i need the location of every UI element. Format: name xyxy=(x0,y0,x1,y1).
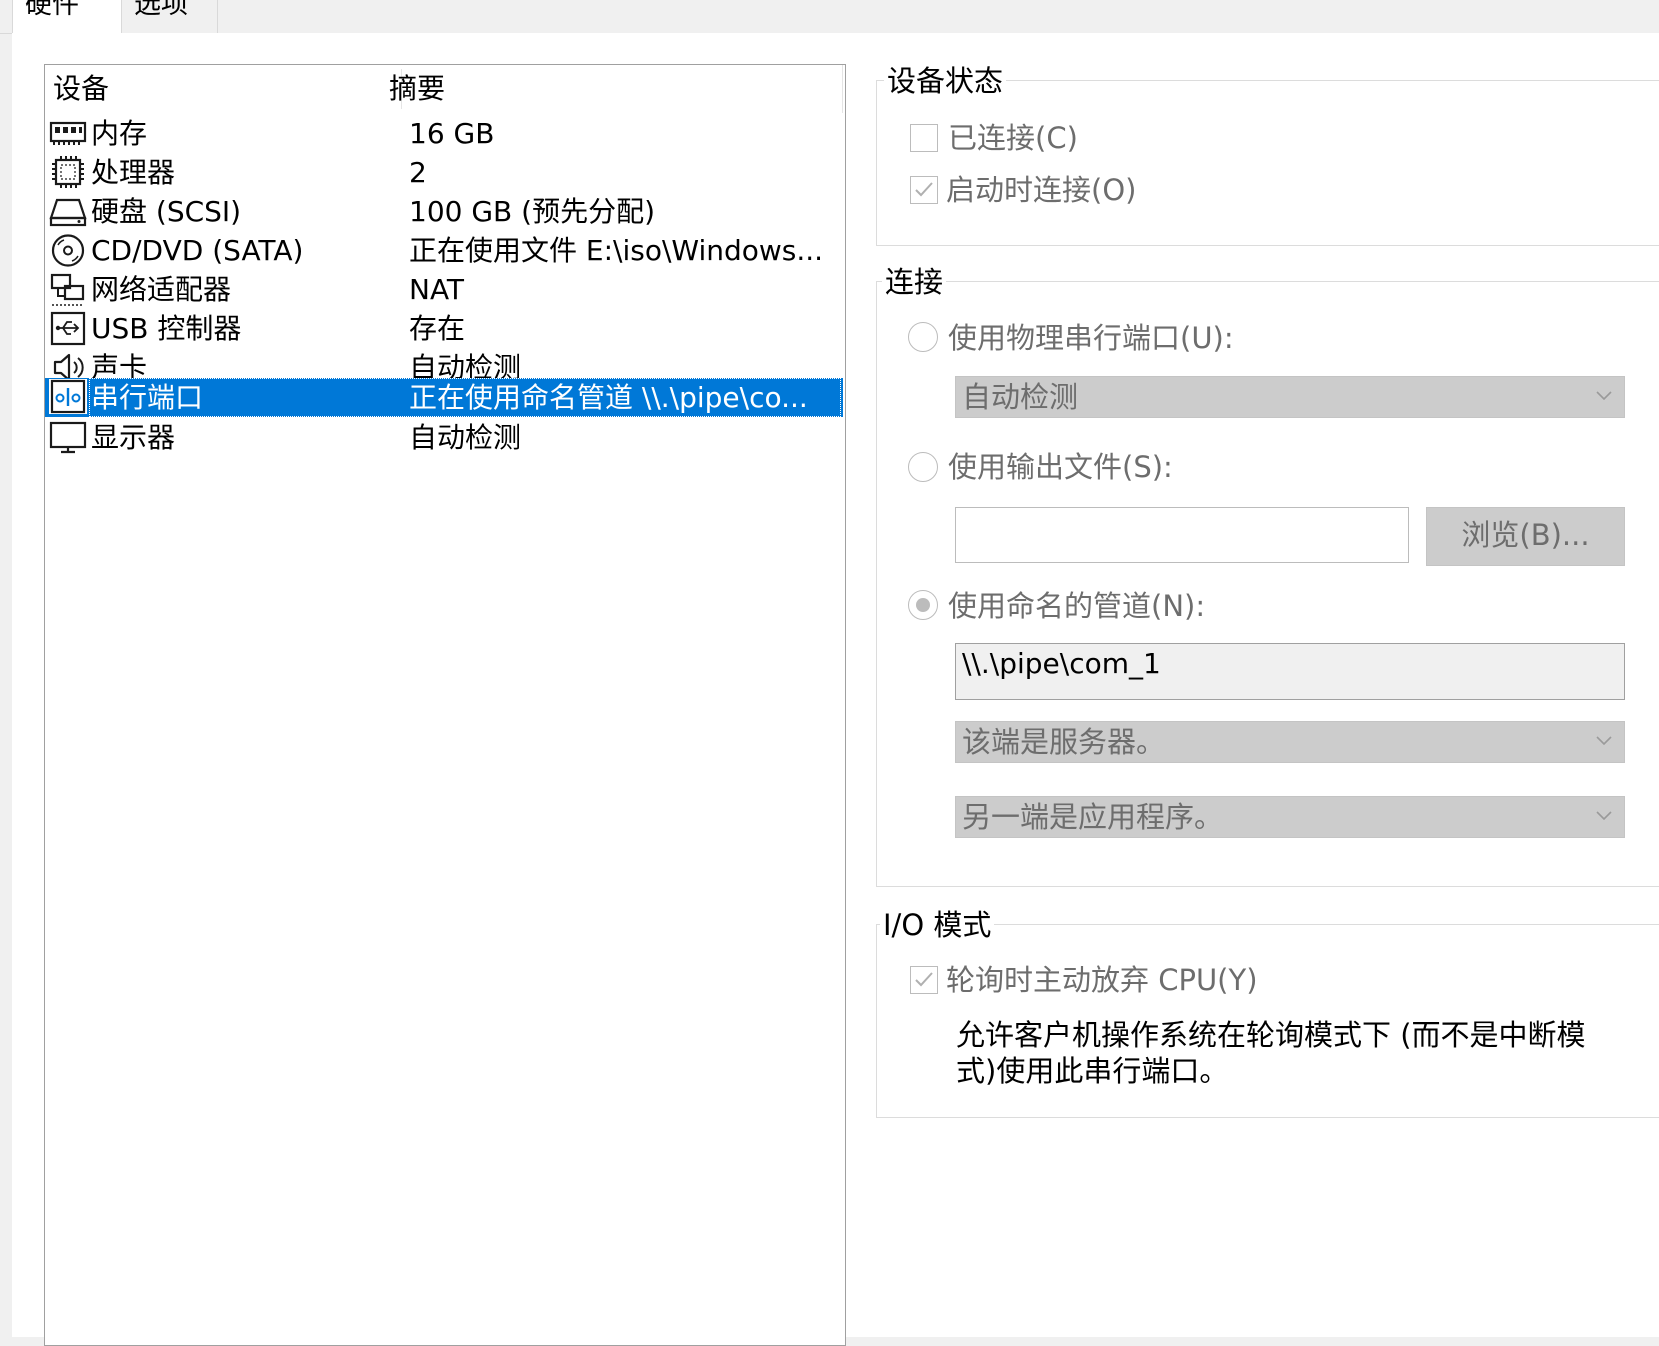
cd-dvd-icon xyxy=(51,234,85,267)
tab-options[interactable]: 选项 xyxy=(122,0,218,33)
device-name: 硬盘 (SCSI) xyxy=(91,195,242,228)
radio-dot xyxy=(916,598,930,612)
device-summary: 2 xyxy=(409,156,427,189)
memory-icon xyxy=(49,121,87,145)
other-end-combo-value: 另一端是应用程序。 xyxy=(962,800,1224,834)
device-summary: 16 GB xyxy=(409,117,495,150)
device-row-cd-dvd[interactable]: CD/DVD (SATA) 正在使用文件 E:\iso\Windows... xyxy=(45,230,843,271)
tab-options-label: 选项 xyxy=(134,0,188,20)
device-name: 网络适配器 xyxy=(91,273,232,306)
device-row-memory[interactable]: 内存 16 GB xyxy=(45,113,843,154)
output-file-input[interactable] xyxy=(955,507,1409,563)
processor-icon xyxy=(52,156,84,188)
device-row-processor[interactable]: 处理器 2 xyxy=(45,152,843,193)
device-row-usb-controller[interactable]: USB 控制器 存在 xyxy=(45,308,843,349)
connect-at-power-on-label: 启动时连接(O) xyxy=(946,173,1137,207)
device-summary: NAT xyxy=(409,273,465,306)
output-file-label: 使用输出文件(S): xyxy=(948,450,1173,484)
device-status-group xyxy=(876,80,1659,246)
device-summary: 正在使用命名管道 \\.\pipe\co... xyxy=(409,381,808,414)
header-edge xyxy=(842,65,843,113)
physical-port-radio[interactable] xyxy=(908,322,938,352)
serial-port-icon xyxy=(49,379,87,414)
usb-icon xyxy=(50,311,86,346)
column-header-device[interactable]: 设备 xyxy=(53,65,109,113)
yield-cpu-label: 轮询时主动放弃 CPU(Y) xyxy=(946,963,1258,997)
connected-label: 已连接(C) xyxy=(948,121,1078,155)
device-name: 串行端口 xyxy=(91,381,204,414)
connected-checkbox[interactable] xyxy=(910,124,938,152)
other-end-combo[interactable]: 另一端是应用程序。 xyxy=(955,796,1625,838)
this-end-combo-value: 该端是服务器。 xyxy=(962,725,1166,759)
chevron-down-icon xyxy=(1596,736,1612,746)
device-summary: 100 GB (预先分配) xyxy=(409,195,655,228)
chevron-down-icon xyxy=(1596,391,1612,401)
device-row-display[interactable]: 显示器 自动检测 xyxy=(45,417,843,458)
network-adapter-icon xyxy=(50,273,85,306)
device-status-legend: 设备状态 xyxy=(884,64,1007,98)
yield-cpu-checkbox[interactable] xyxy=(910,966,938,994)
display-icon xyxy=(49,421,87,454)
device-summary: 自动检测 xyxy=(409,421,522,454)
tab-strip xyxy=(0,0,1659,34)
io-mode-description-line2: 式)使用此串行端口。 xyxy=(956,1054,1229,1088)
device-row-network-adapter[interactable]: 网络适配器 NAT xyxy=(45,269,843,310)
device-name: CD/DVD (SATA) xyxy=(91,234,304,267)
physical-port-combo[interactable]: 自动检测 xyxy=(955,376,1625,418)
this-end-combo[interactable]: 该端是服务器。 xyxy=(955,721,1625,763)
output-file-radio[interactable] xyxy=(908,452,938,482)
pipe-name-input[interactable]: \\.\pipe\com_1 xyxy=(955,643,1625,700)
named-pipe-radio[interactable] xyxy=(908,590,938,620)
tab-hardware[interactable]: 硬件 xyxy=(12,0,122,34)
io-mode-legend: I/O 模式 xyxy=(880,908,995,942)
device-list[interactable]: 设备 摘要 内存 16 GB 处理器 2 硬盘 (SCSI) 100 GB (预… xyxy=(44,64,846,1346)
io-mode-description-line1: 允许客户机操作系统在轮询模式下 (而不是中断模 xyxy=(956,1018,1586,1052)
connection-legend: 连接 xyxy=(882,265,947,299)
checkmark-icon xyxy=(915,182,933,197)
device-row-hard-disk[interactable]: 硬盘 (SCSI) 100 GB (预先分配) xyxy=(45,191,843,232)
chevron-down-icon xyxy=(1596,811,1612,821)
tab-hardware-label: 硬件 xyxy=(25,0,79,20)
named-pipe-label: 使用命名的管道(N): xyxy=(948,589,1206,623)
hard-disk-icon xyxy=(49,198,87,227)
device-name: 显示器 xyxy=(91,421,176,454)
device-row-serial-port[interactable]: 串行端口 正在使用命名管道 \\.\pipe\co... xyxy=(45,378,843,417)
checkmark-icon xyxy=(915,972,933,987)
device-summary: 存在 xyxy=(409,312,466,345)
device-name: USB 控制器 xyxy=(91,312,242,345)
physical-port-label: 使用物理串行端口(U): xyxy=(948,321,1234,355)
connect-at-power-on-checkbox[interactable] xyxy=(910,176,938,204)
physical-port-combo-value: 自动检测 xyxy=(962,380,1079,414)
device-name: 内存 xyxy=(91,117,148,150)
device-summary: 正在使用文件 E:\iso\Windows... xyxy=(409,234,824,267)
device-name: 处理器 xyxy=(91,156,176,189)
browse-button[interactable]: 浏览(B)... xyxy=(1426,507,1625,566)
column-header-summary[interactable]: 摘要 xyxy=(389,65,445,113)
